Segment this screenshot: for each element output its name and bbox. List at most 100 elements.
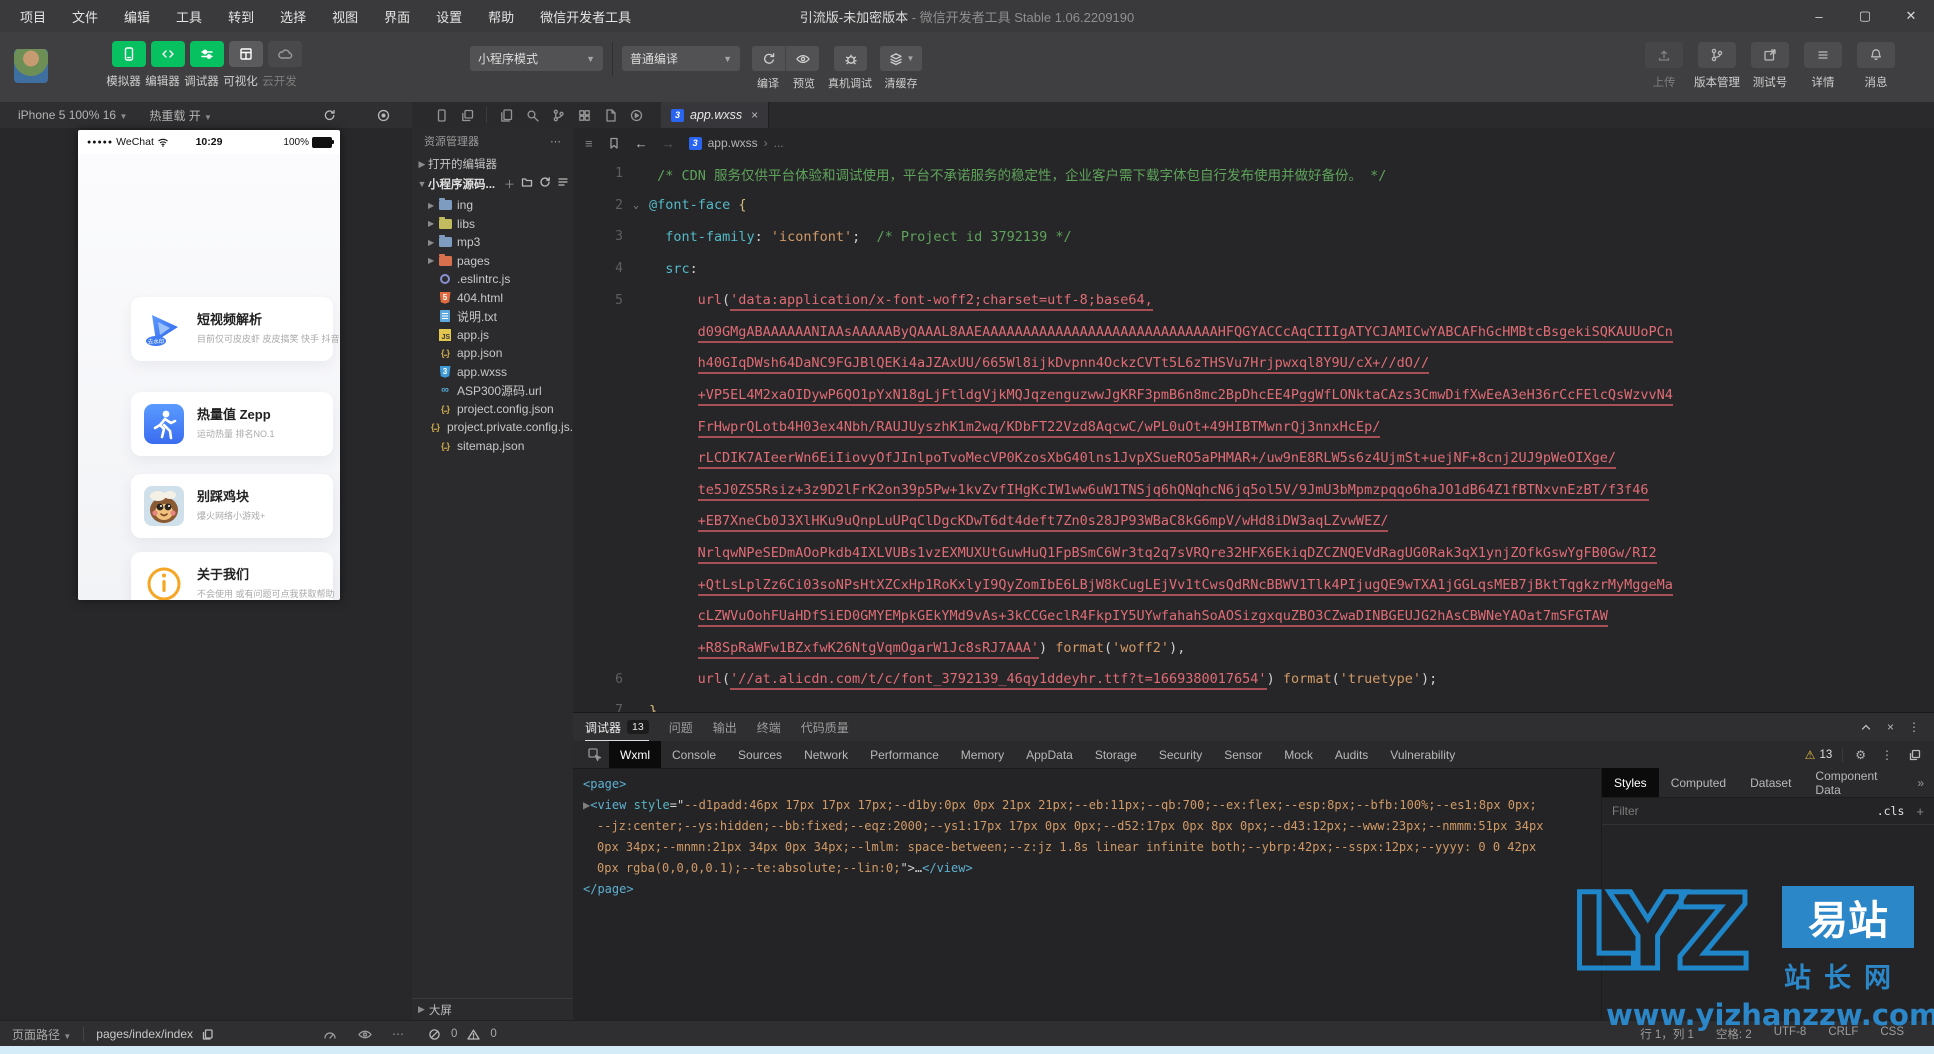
collapse-all-icon[interactable] <box>557 176 569 192</box>
toggle-windows-icon[interactable] <box>454 104 480 126</box>
card-about[interactable]: 关于我们 不会使用 或有问题可点我获取帮助 <box>131 552 335 600</box>
clear-cache-button[interactable]: ▼ <box>880 46 922 71</box>
big-screen-row[interactable]: ▶ 大屏 <box>412 998 573 1020</box>
tab-app-wxss[interactable]: 3 app.wxss × <box>661 102 770 128</box>
debugger-toggle-button[interactable] <box>190 41 224 67</box>
eye-icon[interactable] <box>357 1027 372 1042</box>
close-button[interactable]: ✕ <box>1888 0 1934 32</box>
mode-dropdown[interactable]: 小程序模式 ▼ <box>470 46 603 71</box>
hot-reload-toggle[interactable]: 热重载 开 ▼ <box>149 107 212 124</box>
close-panel-icon[interactable]: × <box>1887 720 1894 734</box>
menu-item-10[interactable]: 微信开发者工具 <box>540 7 631 26</box>
copy-files-icon[interactable] <box>493 104 519 126</box>
simulator-toggle-button[interactable] <box>112 41 146 67</box>
file-item[interactable]: 3 app.wxss <box>412 363 573 382</box>
more-dots-icon[interactable]: ⋯ <box>392 1027 404 1041</box>
status-item-3[interactable]: CRLF <box>1828 1026 1858 1042</box>
file-item[interactable]: JS app.js <box>412 326 573 345</box>
wxml-node[interactable]: ▶<view style="--d1padd:46px 17px 17px 17… <box>583 795 1601 816</box>
menu-item-1[interactable]: 文件 <box>72 7 98 26</box>
problems-tab[interactable]: 问题 <box>669 719 693 736</box>
menu-item-4[interactable]: 转到 <box>228 7 254 26</box>
file-item[interactable]: ∞ ASP300源码.url <box>412 381 573 400</box>
settings-gear-icon[interactable]: ⚙ <box>1855 748 1866 762</box>
terminal-tab[interactable]: 终端 <box>757 719 781 736</box>
source-control-icon[interactable] <box>545 104 571 126</box>
open-editors-section[interactable]: ▶ 打开的编辑器 <box>412 154 573 174</box>
more-vertical-icon[interactable]: ⋮ <box>1908 720 1920 734</box>
extensions-icon[interactable] <box>571 104 597 126</box>
page-path-selector[interactable]: 页面路径 ▼ <box>12 1026 71 1043</box>
card-zepp[interactable]: 热量值 Zepp 运动热量 排名NO.1 <box>131 392 333 456</box>
more-tabs-icon[interactable]: » <box>1917 776 1934 790</box>
devtools-tab-console[interactable]: Console <box>661 741 727 768</box>
performance-gauge-icon[interactable] <box>322 1027 337 1042</box>
debugger-tab[interactable]: 调试器 13 <box>585 713 649 741</box>
device-selector[interactable]: iPhone 5 100% 16 ▼ <box>18 108 127 122</box>
details-button[interactable] <box>1804 42 1842 68</box>
new-folder-icon[interactable] <box>521 176 533 192</box>
nav-back-icon[interactable]: ← <box>635 136 648 151</box>
copy-path-icon[interactable] <box>201 1028 214 1041</box>
devtools-tab-security[interactable]: Security <box>1148 741 1213 768</box>
file-item[interactable]: 5 404.html <box>412 289 573 308</box>
file-icon[interactable] <box>597 104 623 126</box>
problem-counts[interactable]: 0 0 <box>428 1028 497 1041</box>
menu-item-7[interactable]: 界面 <box>384 7 410 26</box>
wxml-node[interactable]: </page> <box>583 879 1601 900</box>
warning-counter[interactable]: ⚠ 13 <box>1805 748 1843 762</box>
file-item[interactable]: ▶ ing <box>412 196 573 215</box>
version-control-button[interactable] <box>1698 42 1736 68</box>
compile-mode-dropdown[interactable]: 普通编译 ▼ <box>622 46 740 71</box>
menu-item-5[interactable]: 选择 <box>280 7 306 26</box>
wxml-node[interactable]: <page> <box>583 774 1601 795</box>
filter-input[interactable]: Filter <box>1612 804 1639 818</box>
file-item[interactable]: ▶ libs <box>412 215 573 234</box>
source-section[interactable]: ▼ 小程序源码... ＋ <box>412 174 573 194</box>
menu-item-8[interactable]: 设置 <box>436 7 462 26</box>
rotate-icon[interactable] <box>322 108 337 123</box>
dock-side-icon[interactable] <box>1908 748 1922 762</box>
preview-button[interactable] <box>786 46 819 71</box>
devtools-tab-audits[interactable]: Audits <box>1324 741 1379 768</box>
remote-debug-button[interactable] <box>834 46 867 71</box>
outline-icon[interactable]: ≡ <box>585 136 593 151</box>
maximize-button[interactable]: ▢ <box>1842 0 1888 32</box>
file-item[interactable]: ▶ pages <box>412 252 573 271</box>
toggle-class-button[interactable]: .cls <box>1877 804 1905 818</box>
current-page-path[interactable]: pages/index/index <box>96 1027 193 1041</box>
menu-item-3[interactable]: 工具 <box>176 7 202 26</box>
menu-item-2[interactable]: 编辑 <box>124 7 150 26</box>
styles-tab-dataset[interactable]: Dataset <box>1738 768 1803 797</box>
wxml-node[interactable]: 0px rgba(0,0,0,0.1);--te:absolute;--lin:… <box>583 858 1601 879</box>
run-debug-icon[interactable] <box>623 104 649 126</box>
new-file-icon[interactable]: ＋ <box>504 176 515 192</box>
status-item-2[interactable]: UTF-8 <box>1774 1026 1807 1042</box>
visualization-toggle-button[interactable] <box>229 41 263 67</box>
phone-screen[interactable]: ●●●●● WeChat 10:29 100% ●●● 去水印 短视频解析 目前… <box>78 130 340 600</box>
file-item[interactable]: ▶ mp3 <box>412 233 573 252</box>
code-editor[interactable]: ≡ ← → 3 app.wxss › ... 1/* CDN 服务仅供平台体验和… <box>573 128 1934 712</box>
toggle-device-icon[interactable] <box>428 104 454 126</box>
devtools-tab-wxml[interactable]: Wxml <box>609 741 661 768</box>
output-tab[interactable]: 输出 <box>713 719 737 736</box>
refresh-icon[interactable] <box>539 176 551 192</box>
more-vertical-icon[interactable]: ⋮ <box>1881 748 1893 762</box>
devtools-tab-appdata[interactable]: AppData <box>1015 741 1084 768</box>
test-account-button[interactable] <box>1751 42 1789 68</box>
wxml-node[interactable]: --jz:center;--ys:hidden;--bb:fixed;--eqz… <box>583 816 1601 837</box>
cloud-dev-button[interactable] <box>268 41 302 67</box>
menu-item-0[interactable]: 项目 <box>20 7 46 26</box>
wxml-inspector[interactable]: <page> ▶<view style="--d1padd:46px 17px 1… <box>573 768 1601 1021</box>
avatar[interactable] <box>14 49 48 83</box>
code-area[interactable]: 1/* CDN 服务仅供平台体验和调试使用，平台不承诺服务的稳定性，企业客户需下… <box>573 158 1934 712</box>
devtools-tab-network[interactable]: Network <box>793 741 859 768</box>
minimize-button[interactable]: – <box>1796 0 1842 32</box>
styles-tab-component-data[interactable]: Component Data <box>1803 768 1917 797</box>
devtools-tab-mock[interactable]: Mock <box>1273 741 1324 768</box>
devtools-tab-performance[interactable]: Performance <box>859 741 950 768</box>
devtools-tab-sensor[interactable]: Sensor <box>1213 741 1273 768</box>
file-item[interactable]: {..} project.private.config.js... <box>412 418 580 437</box>
file-item[interactable]: .eslintrc.js <box>412 270 573 289</box>
devtools-tab-memory[interactable]: Memory <box>950 741 1015 768</box>
